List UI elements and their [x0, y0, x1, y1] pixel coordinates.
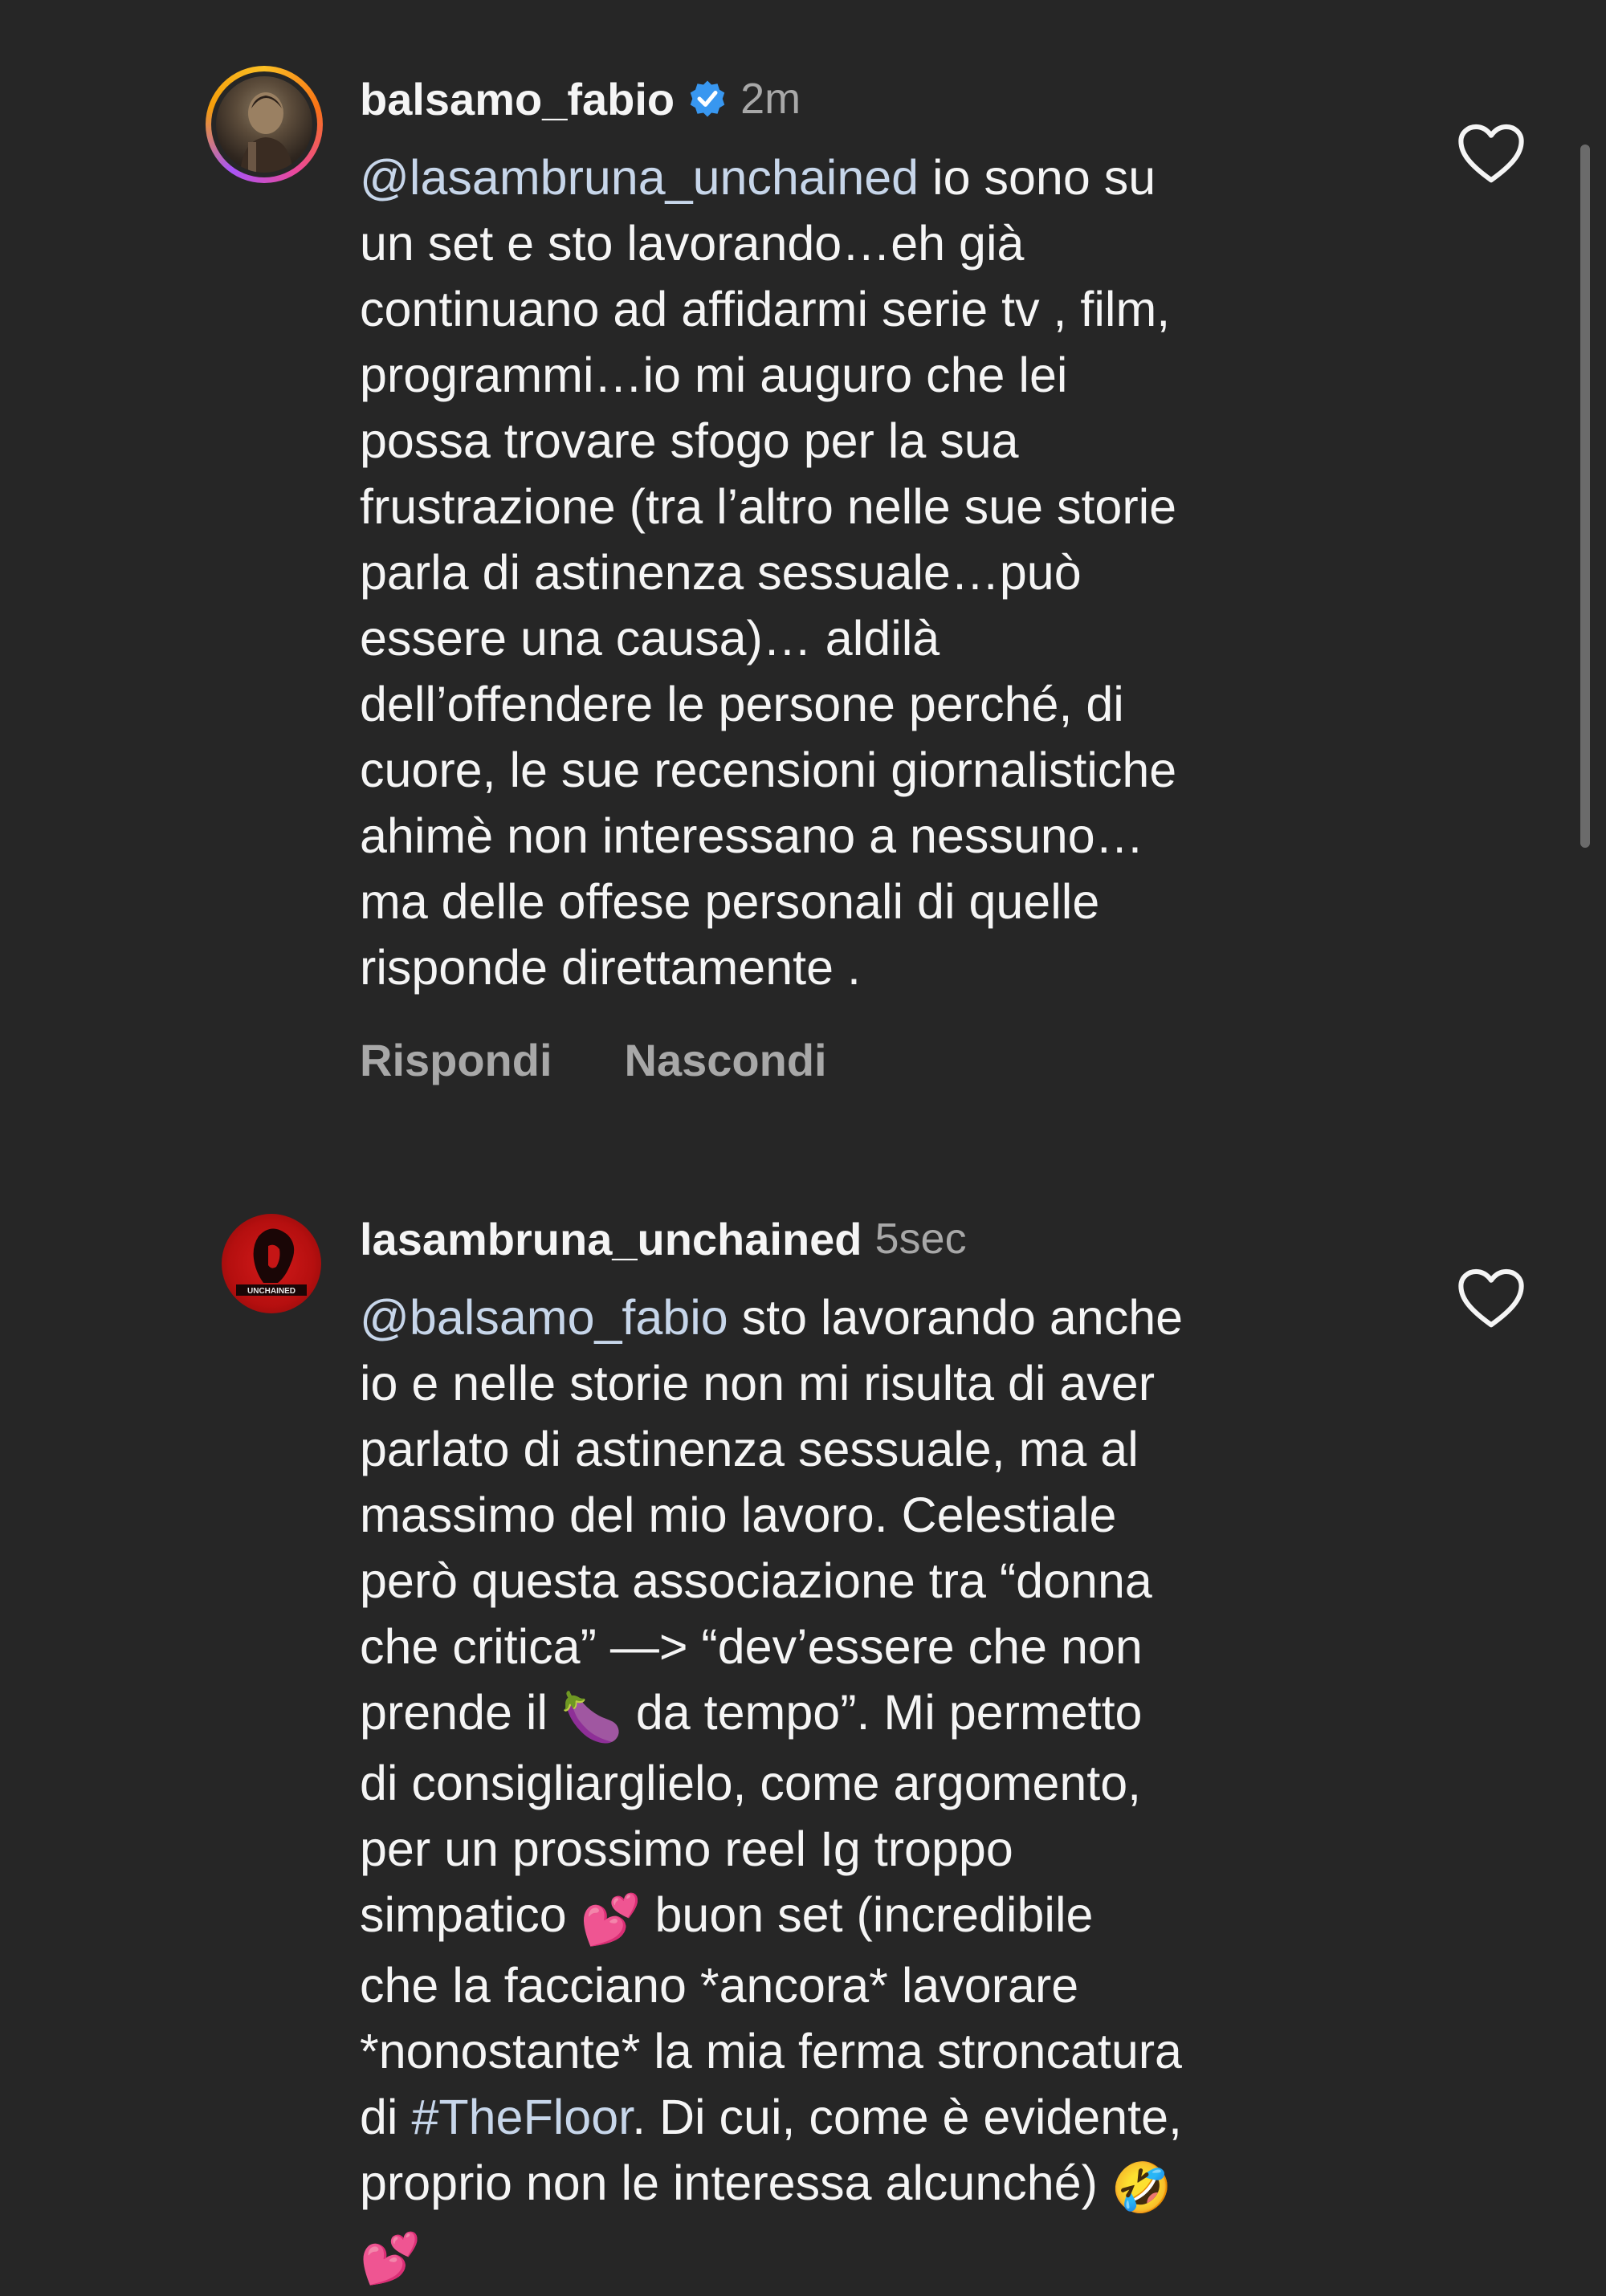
- username[interactable]: balsamo_fabio: [360, 73, 675, 125]
- reply-button[interactable]: Rispondi: [360, 1034, 552, 1086]
- heart-outline-icon[interactable]: [1457, 122, 1526, 186]
- comment-actions: Rispondi Nascondi: [360, 1034, 827, 1086]
- two-hearts-emoji: 💕: [360, 2231, 421, 2286]
- svg-text:UNCHAINED: UNCHAINED: [247, 1287, 296, 1296]
- eggplant-emoji: 🍆: [560, 1690, 622, 1744]
- comment-text: @lasambruna_unchained io sono su un set …: [360, 150, 1177, 995]
- verified-badge-icon: [690, 80, 725, 117]
- scrollbar[interactable]: [1580, 145, 1590, 848]
- heart-outline-icon[interactable]: [1457, 1267, 1526, 1331]
- username[interactable]: lasambruna_unchained: [360, 1213, 862, 1265]
- hide-button[interactable]: Nascondi: [625, 1034, 827, 1086]
- comment-text: @balsamo_fabio sto lavorando anche io e …: [360, 1284, 1396, 2291]
- unchained-logo-icon: UNCHAINED: [236, 1228, 307, 1296]
- comment-header: balsamo_fabio 2m: [360, 71, 801, 127]
- timestamp: 2m: [740, 75, 801, 123]
- rolling-laughing-emoji: 🤣: [1111, 2160, 1172, 2215]
- comment-header: lasambruna_unchained 5sec: [360, 1211, 967, 1267]
- timestamp: 5sec: [874, 1215, 967, 1263]
- two-hearts-emoji: 💕: [580, 1892, 642, 1947]
- mention-link[interactable]: @balsamo_fabio: [360, 1290, 728, 1345]
- avatar[interactable]: [206, 66, 323, 183]
- hashtag-link[interactable]: #TheFloor: [411, 2090, 632, 2144]
- profile-photo-icon: [216, 76, 312, 173]
- mention-link[interactable]: @lasambruna_unchained: [360, 150, 919, 205]
- avatar[interactable]: UNCHAINED: [222, 1214, 321, 1313]
